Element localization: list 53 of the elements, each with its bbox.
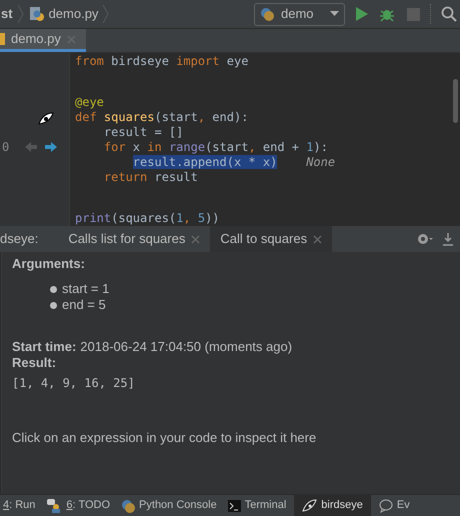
bullet-icon [50,286,57,292]
python-file-icon [0,33,5,45]
tool-window-title: dseye: [0,230,40,248]
breadcrumb-item[interactable]: demo.py [48,4,98,24]
tool-window-button[interactable]: birdseye [294,495,371,516]
chevron-icon [102,4,110,24]
tool-window-button[interactable]: Ev [376,495,413,516]
tool-window-tab[interactable]: Call to squares [210,226,332,252]
close-icon[interactable] [191,234,200,244]
code-line: for x in range(start, end + 1): [102,140,329,155]
run-configuration-dropdown[interactable]: demo [254,2,345,26]
chevron-icon [16,4,25,24]
code-line: from birdseye import eye [75,54,250,69]
bullet-icon [50,302,57,308]
hint-text: Click on an expression in your code to inspect it here [12,429,318,447]
argument-text: start = 1 [62,280,110,298]
field-label: Result: [12,354,58,369]
code-line: print(squares(1, 5)) [75,211,221,226]
python-icon [260,6,275,22]
todo-icon [46,498,62,512]
argument-text: end = 5 [62,296,106,314]
section-label: Arguments: [12,255,86,272]
line-number: 0 [1,139,10,156]
code-line: result.append(x * x) None [132,155,336,170]
tool-window-button[interactable]: Python Console [118,495,220,516]
tool-window-button[interactable]: Terminal [224,495,290,516]
run-icon[interactable] [355,6,369,22]
eye-icon [302,499,318,512]
start-time-value: 2018-06-24 17:04:50 (moments ago) [80,338,292,353]
speech-bubble-icon [378,498,393,512]
caret-icon [330,11,339,17]
code-line: def squares(start, end): [75,110,250,125]
tool-window-button[interactable]: 6: TODO [43,495,114,516]
scrollbar[interactable] [453,79,458,123]
search-icon[interactable] [441,6,457,22]
terminal-icon [228,500,241,512]
eye-icon[interactable] [38,112,54,125]
code-line: @eye [75,95,105,110]
forward-arrow-icon[interactable] [44,141,58,154]
breadcrumb-item[interactable]: st [0,4,13,24]
settings-icon[interactable] [416,232,434,246]
hide-icon[interactable] [442,232,454,246]
tool-window-button[interactable]: 4: Run [0,495,38,516]
code-line: result = [] [102,125,184,140]
code-line: return result [102,170,199,185]
close-icon[interactable] [313,234,322,244]
python-file-icon [28,6,45,22]
back-arrow-icon[interactable] [24,141,38,154]
python-icon [121,498,136,512]
field-label: Start time: [12,338,76,353]
editor-tab[interactable]: demo.py [0,29,86,52]
result-value: [1, 4, 9, 16, 25] [12,375,136,392]
tool-window-tab[interactable]: Calls list for squares [58,226,210,252]
